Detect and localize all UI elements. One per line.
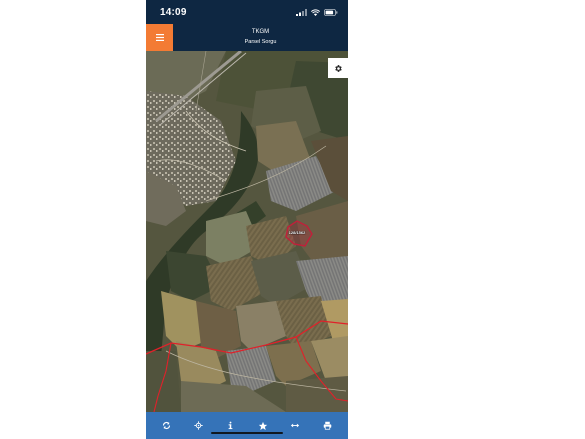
measure-icon — [291, 423, 300, 428]
print-button[interactable] — [317, 415, 339, 437]
status-bar: 14:09 — [146, 0, 348, 24]
refresh-button[interactable] — [155, 415, 177, 437]
locate-icon — [194, 421, 203, 430]
satellite-map[interactable]: 128/1562 — [146, 51, 348, 412]
status-time: 14:09 — [160, 6, 187, 18]
locate-button[interactable] — [187, 415, 209, 437]
phone-screen: 14:09 TKGM Parsel Sorgu 128/1562 — [146, 0, 348, 439]
menu-button[interactable] — [146, 24, 173, 51]
home-indicator — [211, 432, 283, 434]
print-icon — [324, 421, 332, 430]
measure-button[interactable] — [284, 415, 306, 437]
star-icon — [258, 421, 268, 430]
info-icon — [228, 421, 233, 430]
gear-icon — [334, 64, 342, 72]
hamburger-menu-icon — [155, 34, 164, 41]
bottom-toolbar — [146, 412, 348, 439]
app-title: TKGM — [251, 29, 270, 35]
refresh-icon — [162, 421, 170, 430]
status-icons — [296, 8, 338, 16]
map-settings-button[interactable] — [328, 58, 348, 78]
signal-icon — [296, 8, 307, 16]
battery-icon — [324, 8, 338, 16]
wifi-icon — [311, 8, 320, 16]
parcel-label: 128/1562 — [288, 230, 306, 235]
app-subtitle: Parsel Sorgu — [244, 39, 277, 45]
app-bar: TKGM Parsel Sorgu — [146, 24, 348, 51]
map-imagery — [146, 51, 348, 412]
